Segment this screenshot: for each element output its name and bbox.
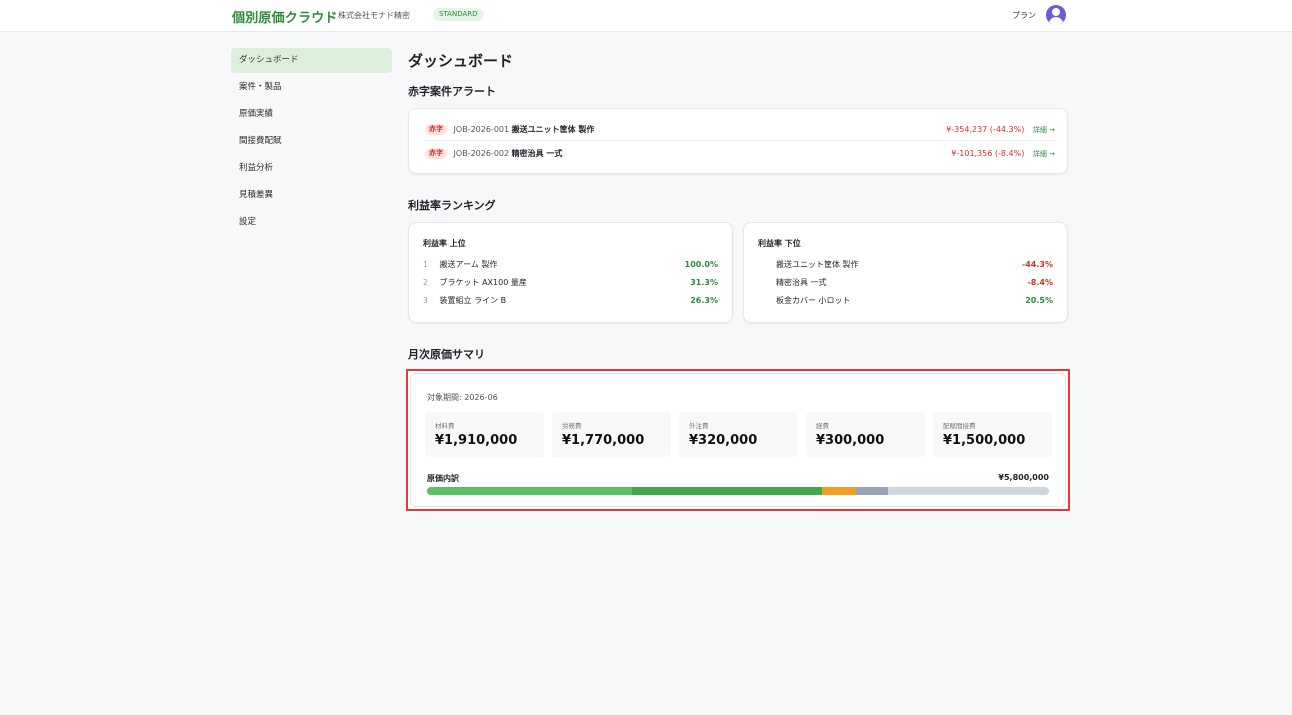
sidebar-item-overhead-allocation[interactable]: 間接費配賦 xyxy=(231,129,392,154)
monthly-summary-card: 対象期間: 2026-06 材料費 ¥1,910,000 労務費 ¥1,770,… xyxy=(406,369,1070,511)
cost-box-allocated-overhead: 配賦間接費 ¥1,500,000 xyxy=(933,412,1052,457)
cost-box-labor: 労務費 ¥1,770,000 xyxy=(552,412,671,457)
deficit-tag: 赤字 xyxy=(425,148,447,159)
ranking-top-title: 利益率 上位 xyxy=(423,239,466,248)
cost-box-material: 材料費 ¥1,910,000 xyxy=(425,412,544,457)
cost-value: ¥1,770,000 xyxy=(562,433,645,448)
rank-rate: 100.0% xyxy=(684,260,718,269)
ranking-section-title: 利益率ランキング xyxy=(408,199,496,212)
breakdown-segment xyxy=(855,487,889,495)
loss-amount: ¥-101,356 (-8.4%) xyxy=(951,149,1025,158)
cost-box-outsourcing: 外注費 ¥320,000 xyxy=(679,412,798,457)
rank-name: 板金カバー 小ロット xyxy=(776,296,851,305)
cost-label: 材料費 xyxy=(435,422,455,430)
job-name: 精密治具 一式 xyxy=(511,149,563,158)
ranking-row[interactable]: 板金カバー 小ロット 20.5% xyxy=(776,293,1053,309)
company-name: 株式会社モナド精密 xyxy=(338,11,410,20)
user-avatar-icon[interactable] xyxy=(1046,5,1066,25)
breakdown-segment xyxy=(821,487,856,495)
ranking-row[interactable]: 1 搬送アーム 製作 100.0% xyxy=(423,257,718,273)
sidebar-item-settings[interactable]: 設定 xyxy=(231,210,392,235)
sidebar-item-cost-actuals[interactable]: 原価実績 xyxy=(231,102,392,127)
sidebar-item-dashboard[interactable]: ダッシュボード xyxy=(231,48,392,73)
plan-link[interactable]: プラン xyxy=(1012,10,1036,21)
alert-row: 赤字 JOB-2026-001 搬送ユニット筐体 製作 ¥-354,237 (-… xyxy=(425,119,1055,141)
top-header: 個別原価クラウド 株式会社モナド精密 STANDARD プラン xyxy=(0,0,1292,32)
cost-value: ¥300,000 xyxy=(816,433,885,448)
rank-rate: -8.4% xyxy=(1027,278,1053,287)
summary-period: 対象期間: 2026-06 xyxy=(427,393,498,402)
breakdown-segment xyxy=(888,487,1049,495)
cost-value: ¥1,910,000 xyxy=(435,433,518,448)
plan-badge: STANDARD xyxy=(433,8,484,21)
rank-rate: 31.3% xyxy=(690,278,718,287)
rank-name: 搬送アーム 製作 xyxy=(439,260,498,269)
breakdown-segment xyxy=(427,487,632,495)
cost-breakdown-bar xyxy=(427,487,1049,495)
rank-name: 搬送ユニット筐体 製作 xyxy=(776,260,859,269)
cost-value: ¥320,000 xyxy=(689,433,758,448)
sidebar-item-profit-analysis[interactable]: 利益分析 xyxy=(231,156,392,181)
deficit-tag: 赤字 xyxy=(425,124,447,135)
alert-row: 赤字 JOB-2026-002 精密治具 一式 ¥-101,356 (-8.4%… xyxy=(425,143,1055,165)
app-logo[interactable]: 個別原価クラウド xyxy=(232,7,338,26)
alerts-card: 赤字 JOB-2026-001 搬送ユニット筐体 製作 ¥-354,237 (-… xyxy=(408,108,1068,174)
cost-box-expenses: 経費 ¥300,000 xyxy=(806,412,925,457)
summary-section-title: 月次原価サマリ xyxy=(408,348,485,361)
sidebar: ダッシュボード 案件・製品 原価実績 間接費配賦 利益分析 見積差異 設定 xyxy=(231,48,392,237)
ranking-row[interactable]: 搬送ユニット筐体 製作 -44.3% xyxy=(776,257,1053,273)
cost-label: 労務費 xyxy=(562,422,582,430)
page-title: ダッシュボード xyxy=(408,52,514,70)
cost-label: 外注費 xyxy=(689,422,709,430)
ranking-row[interactable]: 3 装置組立 ライン B 26.3% xyxy=(423,293,718,309)
rank-name: 装置組立 ライン B xyxy=(439,296,507,305)
detail-link[interactable]: 詳細 → xyxy=(1033,150,1055,158)
ranking-bottom-card: 利益率 下位 搬送ユニット筐体 製作 -44.3% 精密治具 一式 -8.4% … xyxy=(743,222,1068,323)
rank-name: 精密治具 一式 xyxy=(776,278,827,287)
sidebar-item-estimate-variance[interactable]: 見積差異 xyxy=(231,183,392,208)
detail-link[interactable]: 詳細 → xyxy=(1033,126,1055,134)
rank-rate: -44.3% xyxy=(1021,260,1053,269)
rank-number: 2 xyxy=(423,278,428,287)
rank-number: 3 xyxy=(423,296,428,305)
loss-amount: ¥-354,237 (-44.3%) xyxy=(946,125,1025,134)
breakdown-label: 原価内訳 xyxy=(427,474,459,483)
ranking-top-card: 利益率 上位 1 搬送アーム 製作 100.0% 2 ブラケット AX100 量… xyxy=(408,222,733,323)
rank-number: 1 xyxy=(423,260,428,269)
sidebar-item-projects[interactable]: 案件・製品 xyxy=(231,75,392,100)
cost-label: 経費 xyxy=(816,422,829,430)
cost-label: 配賦間接費 xyxy=(943,422,976,430)
job-id: JOB-2026-002 xyxy=(453,149,510,158)
cost-value: ¥1,500,000 xyxy=(943,433,1026,448)
ranking-row[interactable]: 精密治具 一式 -8.4% xyxy=(776,275,1053,291)
ranking-bottom-title: 利益率 下位 xyxy=(758,239,801,248)
rank-name: ブラケット AX100 量産 xyxy=(439,278,527,287)
rank-rate: 20.5% xyxy=(1025,296,1053,305)
job-name: 搬送ユニット筐体 製作 xyxy=(511,125,595,134)
alerts-section-title: 赤字案件アラート xyxy=(408,85,496,98)
job-id: JOB-2026-001 xyxy=(453,125,510,134)
breakdown-segment xyxy=(631,487,822,495)
rank-rate: 26.3% xyxy=(690,296,718,305)
ranking-row[interactable]: 2 ブラケット AX100 量産 31.3% xyxy=(423,275,718,291)
breakdown-total: ¥5,800,000 xyxy=(998,473,1049,482)
